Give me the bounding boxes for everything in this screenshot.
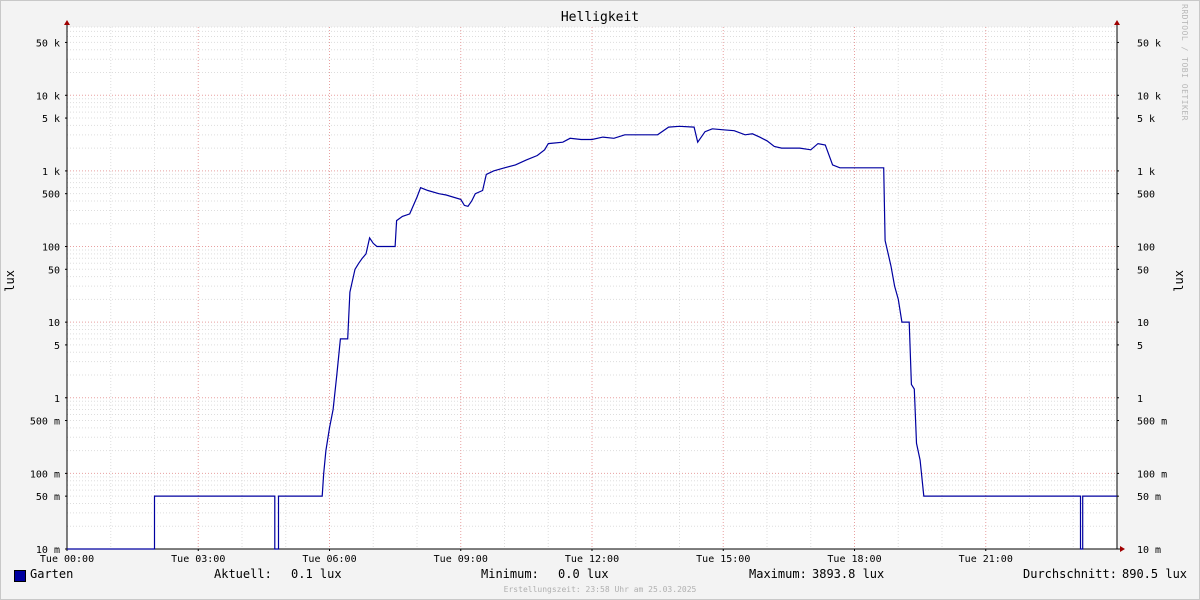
y-axis-arrow: [64, 20, 70, 25]
y-tick-label: 50 k: [36, 38, 60, 49]
y-tick-label-right: 5 k: [1137, 114, 1155, 125]
x-tick-label: Tue 15:00: [696, 554, 750, 565]
y-tick-label: 500 m: [30, 417, 60, 428]
y-tick-label: 5 k: [42, 114, 60, 125]
y-tick-label-right: 50: [1137, 265, 1149, 276]
y-tick-label-right: 1 k: [1137, 167, 1155, 178]
x-tick-label: Tue 18:00: [827, 554, 881, 565]
legend-swatch: [14, 570, 26, 582]
y-tick-label-right: 100: [1137, 243, 1155, 254]
y-tick-label-right: 10 m: [1137, 545, 1161, 556]
y-tick-label: 100: [42, 243, 60, 254]
legend-min-value: 0.0 lux: [558, 567, 609, 581]
y-tick-label: 50: [48, 265, 60, 276]
chart-svg: 10 m 10 m50 m 50 m100 m 100 m500 m 500 m1 15 5…: [30, 20, 1167, 565]
y-tick-label: 1 k: [42, 167, 60, 178]
legend-max-label: Maximum:: [749, 567, 807, 581]
y-tick-label: 100 m: [30, 469, 60, 480]
x-tick-label: Tue 09:00: [434, 554, 488, 565]
y-tick-label: 10: [48, 318, 60, 329]
x-tick-label: Tue 12:00: [565, 554, 619, 565]
legend-min-label: Minimum:: [481, 567, 539, 581]
footer-timestamp: Erstellungszeit: 23:58 Uhr am 25.03.2025: [503, 585, 697, 594]
y-tick-label: 5: [54, 341, 60, 352]
legend-max-value: 3893.8 lux: [812, 567, 885, 581]
y-tick-label-right: 500 m: [1137, 417, 1167, 428]
x-tick-label: Tue 21:00: [959, 554, 1013, 565]
legend-series-name: Garten: [30, 567, 74, 581]
x-tick-label: Tue 06:00: [302, 554, 356, 565]
legend-current-value: 0.1 lux: [291, 567, 342, 581]
y-tick-label-right: 50 k: [1137, 38, 1161, 49]
y-tick-label-right: 10 k: [1137, 91, 1161, 102]
x-tick-label: Tue 03:00: [171, 554, 225, 565]
y-tick-label-right: 50 m: [1137, 492, 1161, 503]
legend-avg-value: 890.5 lux: [1122, 567, 1188, 581]
x-tick-label: Tue 00:00: [40, 554, 94, 565]
y-tick-label-right: 1: [1137, 394, 1143, 405]
x-axis-arrow: [1120, 546, 1125, 552]
y-tick-label: 50 m: [36, 492, 60, 503]
y-tick-label-right: 100 m: [1137, 469, 1167, 480]
y-tick-label: 1: [54, 394, 60, 405]
y-axis-arrow: [1114, 20, 1120, 25]
y-tick-label: 500: [42, 190, 60, 201]
y-tick-label: 10 k: [36, 91, 60, 102]
legend-current-label: Aktuell:: [214, 567, 272, 581]
y-tick-label-right: 10: [1137, 318, 1149, 329]
y-tick-label-right: 5: [1137, 341, 1143, 352]
y-tick-label-right: 500: [1137, 190, 1155, 201]
legend-avg-label: Durchschnitt:: [1023, 567, 1117, 581]
